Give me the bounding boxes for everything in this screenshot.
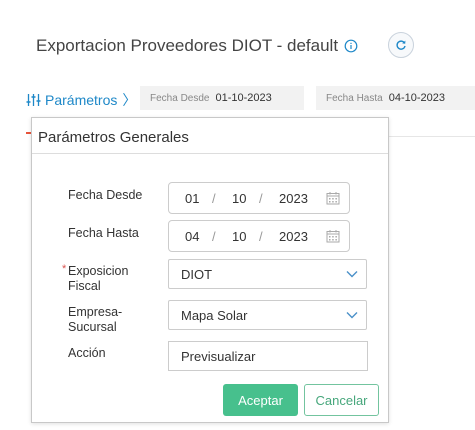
fecha-hasta-input[interactable]: 04 / 10 / 2023 xyxy=(168,220,350,252)
sliders-icon xyxy=(26,94,41,106)
label-line: Exposicion xyxy=(68,264,129,278)
empresa-sucursal-label: Empresa- Sucursal xyxy=(68,305,122,335)
exposicion-fiscal-label: * Exposicion Fiscal xyxy=(62,263,129,294)
date-separator: / xyxy=(259,191,263,206)
fecha-desde-label: Fecha Desde xyxy=(68,188,143,202)
label-line: Sucursal xyxy=(68,320,117,334)
filter-chip-value: 01-10-2023 xyxy=(215,92,272,104)
fecha-desde-year[interactable]: 2023 xyxy=(279,191,308,206)
accept-button[interactable]: Aceptar xyxy=(223,384,298,416)
calendar-icon[interactable] xyxy=(326,229,340,243)
select-value: DIOT xyxy=(181,267,213,282)
accion-label: Acción xyxy=(68,346,106,360)
page-title: Exportacion Proveedores DIOT - default xyxy=(36,36,339,55)
date-separator: / xyxy=(259,229,263,244)
cancel-button[interactable]: Cancelar xyxy=(304,384,379,416)
chevron-down-icon xyxy=(346,312,358,319)
label-line: Fiscal xyxy=(68,279,101,293)
fecha-hasta-day[interactable]: 04 xyxy=(185,229,199,244)
info-icon[interactable] xyxy=(344,39,358,53)
required-marker: * xyxy=(62,263,67,275)
accion-field[interactable]: Previsualizar xyxy=(168,341,368,371)
fecha-hasta-month[interactable]: 10 xyxy=(232,229,246,244)
accion-value: Previsualizar xyxy=(181,349,256,364)
chevron-down-icon xyxy=(346,271,358,278)
filter-chip-fecha-desde[interactable]: Fecha Desde 01-10-2023 xyxy=(140,86,304,110)
fecha-desde-day[interactable]: 01 xyxy=(185,191,199,206)
popover-header: Parámetros Generales xyxy=(32,118,388,154)
calendar-icon[interactable] xyxy=(326,191,340,205)
filter-chip-fecha-hasta[interactable]: Fecha Hasta 04-10-2023 xyxy=(316,86,475,110)
refresh-icon xyxy=(396,40,406,50)
fecha-hasta-year[interactable]: 2023 xyxy=(279,229,308,244)
parameters-bar: Parámetros 〉 Fecha Desde 01-10-2023 Fech… xyxy=(0,84,475,114)
chevron-right-icon: 〉 xyxy=(122,92,137,108)
fecha-hasta-label: Fecha Hasta xyxy=(68,226,139,240)
date-separator: / xyxy=(212,229,216,244)
page-header: Exportacion Proveedores DIOT - default xyxy=(36,35,358,57)
select-value: Mapa Solar xyxy=(181,308,248,323)
parameters-label: Parámetros xyxy=(45,92,118,108)
parameters-toggle[interactable]: Parámetros 〉 xyxy=(26,90,136,110)
filter-chip-label: Fecha Hasta xyxy=(326,92,383,104)
label-line: Empresa- xyxy=(68,305,123,319)
refresh-button[interactable] xyxy=(388,32,414,58)
date-separator: / xyxy=(212,191,216,206)
fecha-desde-month[interactable]: 10 xyxy=(232,191,246,206)
parameters-popover: Parámetros Generales Fecha Desde 01 / 10… xyxy=(31,117,389,423)
filter-chip-value: 04-10-2023 xyxy=(388,92,445,104)
fecha-desde-input[interactable]: 01 / 10 / 2023 xyxy=(168,182,350,214)
empresa-sucursal-select[interactable]: Mapa Solar xyxy=(168,300,367,330)
filter-chip-label: Fecha Desde xyxy=(150,92,210,104)
popover-title: Parámetros Generales xyxy=(38,129,189,146)
exposicion-fiscal-select[interactable]: DIOT xyxy=(168,259,367,289)
